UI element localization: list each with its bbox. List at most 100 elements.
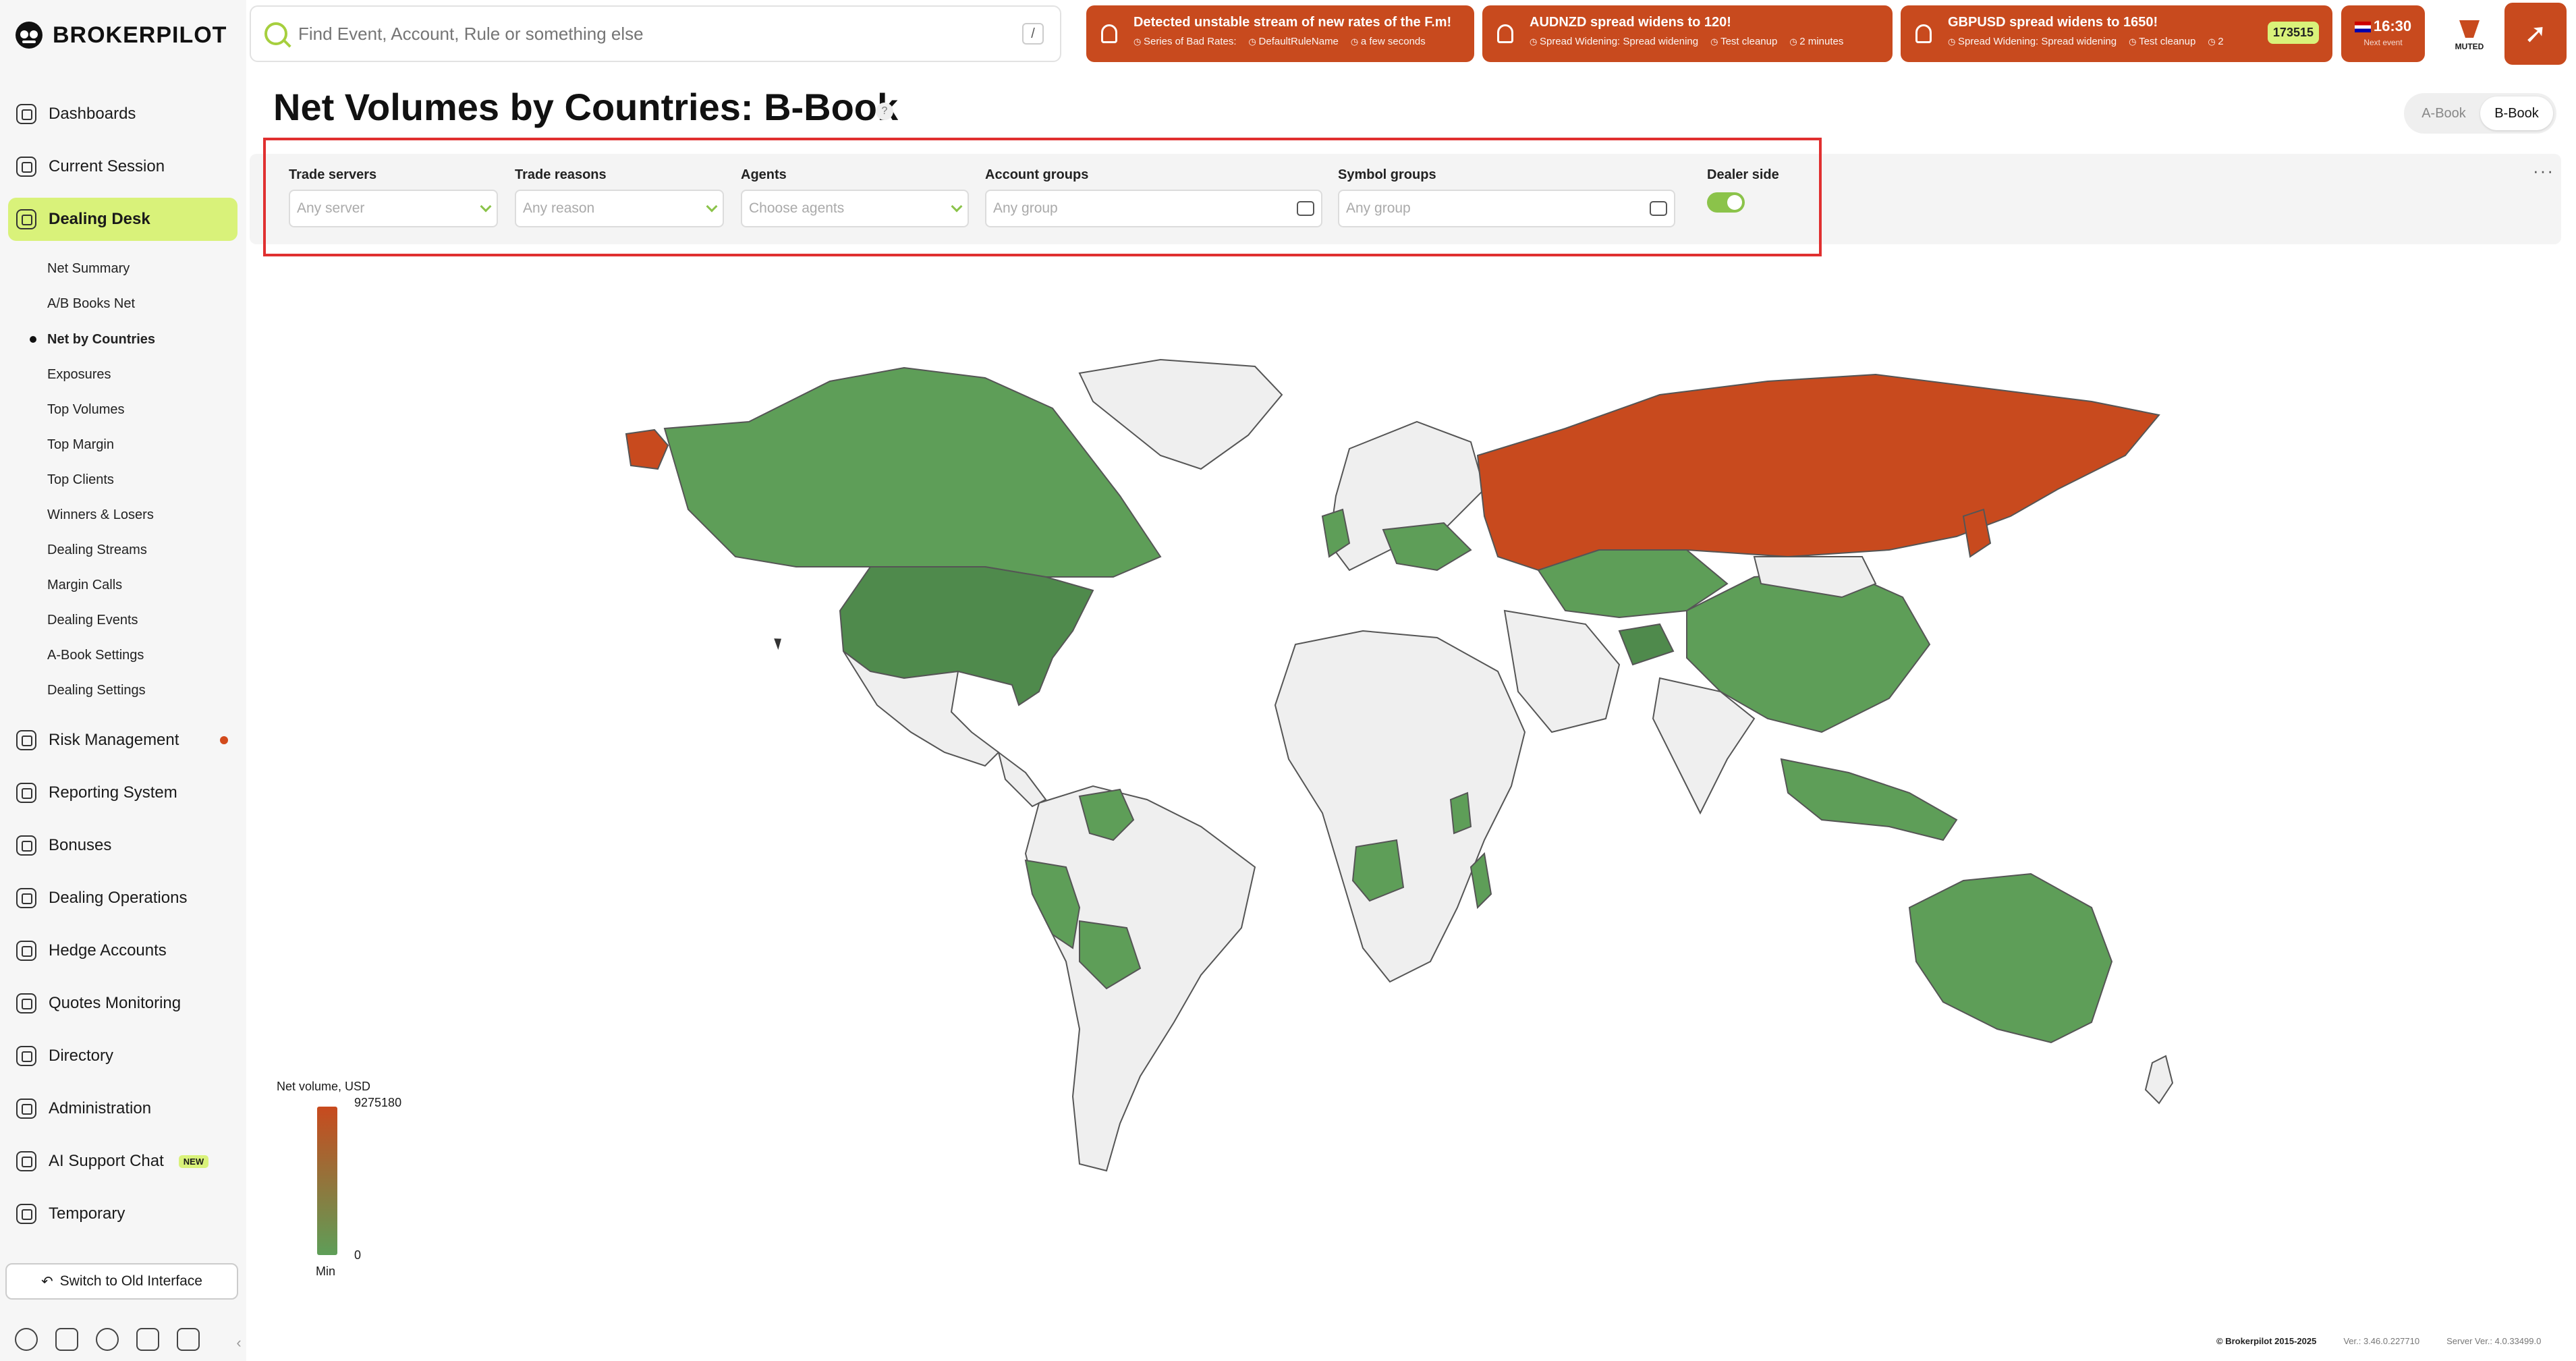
nav-label: AI Support Chat (49, 1152, 164, 1170)
subnav-dealing-events[interactable]: Dealing Events (47, 610, 138, 630)
alert-card[interactable]: Detected unstable stream of new rates of… (1086, 5, 1474, 62)
nav-risk-management[interactable]: Risk Management (8, 719, 237, 762)
settings-gear-icon[interactable] (15, 1328, 38, 1351)
nav-ai-support-chat[interactable]: AI Support Chat NEW (8, 1140, 237, 1183)
nav-directory[interactable]: Directory (8, 1034, 237, 1078)
alert-card[interactable]: AUDNZD spread widens to 120! Spread Wide… (1482, 5, 1893, 62)
subnav-exposures[interactable]: Exposures (47, 364, 111, 385)
logout-icon[interactable] (177, 1328, 200, 1351)
switch-old-interface-button[interactable]: ↶ Switch to Old Interface (5, 1263, 238, 1300)
bell-icon (1497, 24, 1513, 43)
group-picker-icon[interactable] (1297, 201, 1314, 216)
dark-mode-moon-icon[interactable] (96, 1328, 119, 1351)
help-icon[interactable]: ? (876, 103, 893, 120)
a-book-tab[interactable]: A-Book (2407, 96, 2480, 130)
brand-logo[interactable]: BROKERPILOT (13, 18, 227, 53)
collapse-sidebar-chevron-icon[interactable]: ‹ (231, 1328, 246, 1358)
nav-quotes-monitoring[interactable]: Quotes Monitoring (8, 982, 237, 1025)
alert-title: GBPUSD spread widens to 1650! (1948, 15, 2158, 30)
nav-reporting-system[interactable]: Reporting System (8, 771, 237, 814)
monitor-icon[interactable] (55, 1328, 78, 1351)
brand-name: BROKERPILOT (53, 22, 227, 48)
subnav-net-summary[interactable]: Net Summary (47, 258, 130, 279)
next-event-clock[interactable]: 16:30 Next event (2341, 5, 2425, 62)
subnav-ab-books-net[interactable]: A/B Books Net (47, 294, 135, 314)
subnav-margin-calls[interactable]: Margin Calls (47, 575, 122, 595)
rocket-icon[interactable]: ➚ (2504, 3, 2567, 65)
admin-icon (16, 1099, 36, 1119)
subnav-winners-losers[interactable]: Winners & Losers (47, 505, 154, 525)
wand-icon[interactable] (136, 1328, 159, 1351)
alert-title: Detected unstable stream of new rates of… (1133, 15, 1452, 30)
subnav-dealing-settings[interactable]: Dealing Settings (47, 680, 146, 700)
chevron-down-icon (706, 200, 718, 213)
subnav-top-volumes[interactable]: Top Volumes (47, 399, 125, 420)
country-africa-region[interactable] (1274, 630, 1526, 983)
clock-label: Next event (2363, 38, 2403, 47)
bell-icon (1915, 24, 1932, 43)
country-central-europe[interactable] (1382, 522, 1472, 572)
alert-card[interactable]: GBPUSD spread widens to 1650! Spread Wid… (1901, 5, 2332, 62)
nav-administration[interactable]: Administration (8, 1087, 237, 1130)
footer-copyright: © Brokerpilot 2015-2025 (2216, 1336, 2317, 1346)
report-icon (16, 783, 36, 803)
nav-label: Dealing Operations (49, 889, 188, 907)
subnav-a-book-settings[interactable]: A-Book Settings (47, 645, 144, 665)
mute-toggle[interactable]: MUTED (2436, 5, 2503, 62)
nav-label: Dealing Desk (49, 210, 150, 228)
group-picker-icon[interactable] (1650, 201, 1667, 216)
subnav-net-by-countries[interactable]: Net by Countries (47, 329, 155, 350)
switch-old-label: Switch to Old Interface (59, 1273, 202, 1289)
alert-meta: a few seconds (1351, 36, 1426, 47)
more-options-icon[interactable]: ··· (2533, 161, 2554, 182)
new-badge: NEW (178, 1155, 209, 1168)
nav-bonuses[interactable]: Bonuses (8, 824, 237, 867)
nav-label: Risk Management (49, 731, 179, 749)
search-input[interactable] (298, 23, 1011, 45)
country-middle-east[interactable] (1503, 609, 1621, 733)
dealing-desk-icon (16, 209, 36, 229)
directory-icon (16, 1046, 36, 1066)
alert-meta: Spread Widening: Spread widening (1530, 36, 1698, 47)
bell-icon (1101, 24, 1117, 43)
nav-dashboards[interactable]: Dashboards (8, 92, 237, 136)
nav-current-session[interactable]: Current Session (8, 145, 237, 188)
subnav-top-clients[interactable]: Top Clients (47, 470, 114, 490)
footer: © Brokerpilot 2015-2025 Ver.: 3.46.0.227… (2216, 1336, 2541, 1346)
country-tanzania[interactable] (1449, 791, 1472, 835)
country-russia[interactable] (1476, 373, 2160, 572)
input-placeholder: Any group (1346, 200, 1411, 216)
agents-select[interactable]: Choose agents (741, 190, 969, 227)
account-groups-input[interactable]: Any group (985, 190, 1322, 227)
trade-servers-select[interactable]: Any server (289, 190, 498, 227)
sidebar: BROKERPILOT Dashboards Current Session D… (0, 0, 246, 1361)
nav-dealing-operations[interactable]: Dealing Operations (8, 877, 237, 920)
country-greenland[interactable] (1078, 358, 1283, 470)
filter-label: Dealer side (1707, 167, 1779, 182)
nav-temporary[interactable]: Temporary (8, 1192, 237, 1235)
country-new-zealand[interactable] (2144, 1055, 2174, 1105)
subnav-dealing-streams[interactable]: Dealing Streams (47, 540, 147, 560)
global-search[interactable]: / (250, 5, 1061, 62)
undo-icon: ↶ (41, 1273, 53, 1289)
dealer-side-toggle[interactable] (1707, 192, 1745, 213)
country-central-america[interactable] (997, 750, 1047, 808)
bonus-icon (16, 835, 36, 856)
legend-min-label: Min (316, 1265, 336, 1278)
subnav-top-margin[interactable]: Top Margin (47, 435, 114, 455)
trade-reasons-select[interactable]: Any reason (515, 190, 724, 227)
country-alaska-region[interactable] (625, 428, 669, 470)
country-indonesia[interactable] (1780, 758, 1958, 841)
nav-label: Hedge Accounts (49, 941, 167, 960)
nav-dealing-desk[interactable]: Dealing Desk (8, 198, 237, 241)
alert-meta: Test cleanup (2129, 36, 2195, 47)
country-australia[interactable] (1908, 872, 2113, 1044)
b-book-tab[interactable]: B-Book (2480, 96, 2553, 130)
filter-label: Trade reasons (515, 167, 607, 182)
nav-hedge-accounts[interactable]: Hedge Accounts (8, 929, 237, 972)
country-south-america[interactable] (1024, 785, 1256, 1172)
country-canada[interactable] (663, 366, 1162, 578)
agents-filter: Agents Choose agents (741, 167, 969, 227)
symbol-groups-input[interactable]: Any group (1338, 190, 1675, 227)
country-afghanistan[interactable] (1618, 623, 1675, 666)
